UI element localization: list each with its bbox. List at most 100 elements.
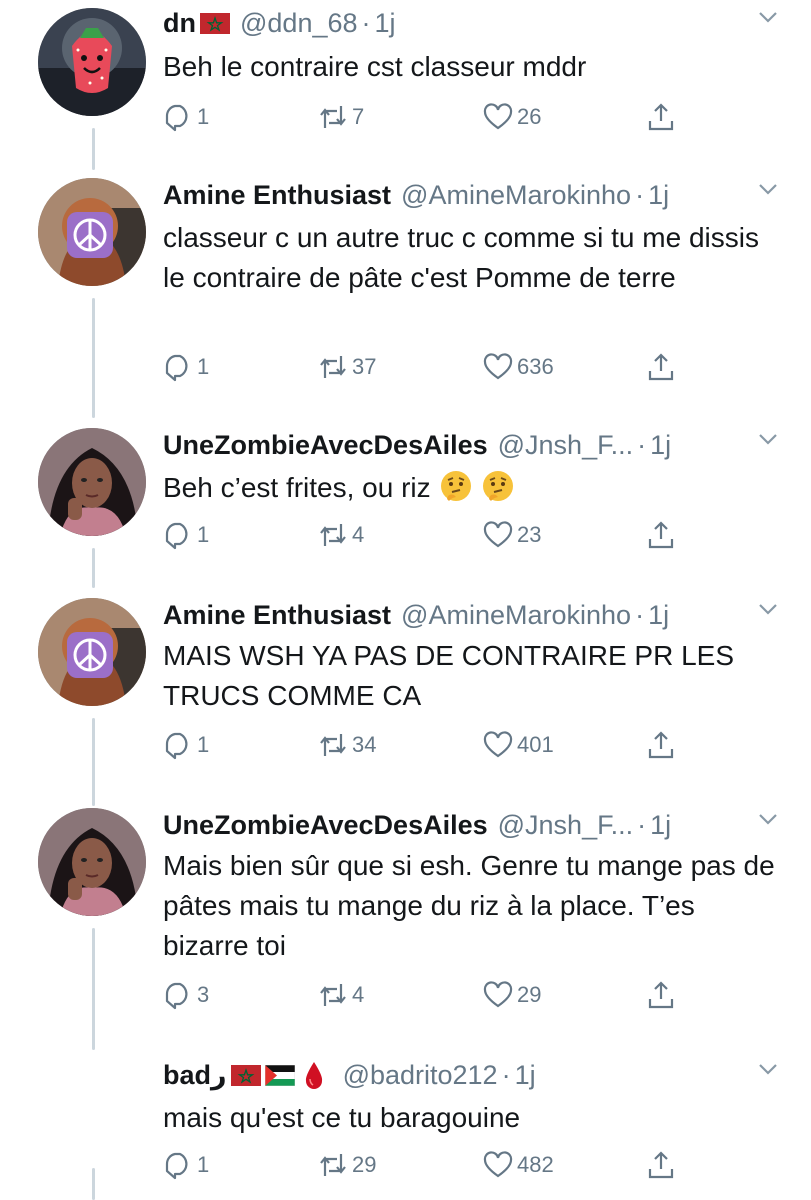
avatar[interactable]: [38, 808, 146, 916]
like-button[interactable]: 401: [483, 730, 554, 760]
like-count: 23: [517, 522, 542, 547]
chevron-down-icon[interactable]: [755, 596, 781, 622]
share-icon: [648, 521, 674, 549]
retweet-button[interactable]: 4: [318, 520, 364, 550]
user-handle[interactable]: @Jnsh_F...: [498, 810, 633, 841]
retweet-icon: [320, 734, 346, 756]
display-name[interactable]: dn: [163, 8, 196, 39]
reply-icon: [165, 522, 188, 550]
share-icon: [648, 731, 674, 759]
tweet-actions: 1 4 23: [163, 520, 693, 556]
user-handle[interactable]: @AmineMarokinho: [401, 600, 631, 631]
reply-count: 1: [197, 522, 210, 547]
tweet-text-content: Beh c’est frites, ou riz: [163, 472, 431, 503]
like-button[interactable]: 482: [483, 1150, 554, 1180]
reply-button[interactable]: 1: [163, 352, 209, 382]
thread-line: [92, 128, 95, 170]
avatar[interactable]: [38, 598, 146, 706]
share-button[interactable]: [646, 730, 680, 760]
avatar[interactable]: [38, 428, 146, 536]
like-button[interactable]: 29: [483, 980, 541, 1010]
user-handle[interactable]: @Jnsh_F...: [498, 430, 633, 461]
thread-line: [92, 718, 95, 806]
reply-count: 3: [197, 982, 210, 1007]
reply-button[interactable]: 1: [163, 102, 209, 132]
chevron-down-icon[interactable]: [755, 4, 781, 30]
timestamp[interactable]: 1j: [515, 1060, 536, 1091]
retweet-icon: [320, 524, 346, 546]
retweet-count: 7: [352, 104, 365, 129]
reply-count: 1: [197, 104, 210, 129]
chevron-down-icon[interactable]: [755, 426, 781, 452]
timestamp[interactable]: 1j: [650, 430, 671, 461]
thinking-face-icon: [482, 471, 513, 501]
tweet-text: Beh c’est frites, ou riz: [163, 468, 787, 508]
like-count: 636: [517, 354, 554, 379]
chevron-down-icon[interactable]: [755, 176, 781, 202]
chevron-down-icon[interactable]: [755, 806, 781, 832]
reply-button[interactable]: 3: [163, 980, 209, 1010]
display-name[interactable]: Amine Enthusiast: [163, 600, 391, 631]
tweet-text: classeur c un autre truc c comme si tu m…: [163, 222, 759, 293]
timestamp[interactable]: 1j: [650, 810, 671, 841]
morocco-flag-icon: [200, 12, 230, 34]
heart-icon: [483, 1151, 513, 1178]
like-button[interactable]: 26: [483, 102, 541, 132]
display-name[interactable]: Amine Enthusiast: [163, 180, 391, 211]
display-name[interactable]: badر: [163, 1060, 227, 1091]
chevron-down-icon[interactable]: [755, 1056, 781, 1082]
share-icon: [648, 1151, 674, 1179]
reply-icon: [165, 1152, 188, 1180]
retweet-button[interactable]: 37: [318, 352, 376, 382]
reply-button[interactable]: 1: [163, 520, 209, 550]
thread-line: [92, 298, 95, 418]
retweet-button[interactable]: 29: [318, 1150, 376, 1180]
thread-line: [92, 1168, 95, 1200]
timestamp[interactable]: 1j: [648, 180, 669, 211]
like-button[interactable]: 23: [483, 520, 541, 550]
retweet-icon: [320, 1154, 346, 1176]
reply-button[interactable]: 1: [163, 1150, 209, 1180]
share-button[interactable]: [646, 980, 680, 1010]
heart-icon: [483, 731, 513, 758]
retweet-button[interactable]: 7: [318, 102, 364, 132]
reply-icon: [165, 732, 188, 760]
timestamp[interactable]: 1j: [375, 8, 396, 39]
reply-button[interactable]: 1: [163, 730, 209, 760]
thread-line: [92, 928, 95, 1050]
retweet-count: 34: [352, 732, 377, 757]
reply-icon: [165, 354, 188, 382]
heart-icon: [483, 353, 513, 380]
reply-count: 1: [197, 354, 210, 379]
share-button[interactable]: [646, 102, 680, 132]
user-handle[interactable]: @AmineMarokinho: [401, 180, 631, 211]
display-name[interactable]: UneZombieAvecDesAiles: [163, 810, 488, 841]
display-name[interactable]: UneZombieAvecDesAiles: [163, 430, 488, 461]
retweet-button[interactable]: 4: [318, 980, 364, 1010]
like-count: 401: [517, 732, 554, 757]
user-handle[interactable]: @ddn_68: [240, 8, 358, 39]
share-button[interactable]: [646, 352, 680, 382]
share-icon: [648, 353, 674, 381]
like-count: 29: [517, 982, 542, 1007]
retweet-icon: [320, 106, 346, 128]
retweet-button[interactable]: 34: [318, 730, 376, 760]
user-handle[interactable]: @badrito212: [343, 1060, 498, 1091]
share-button[interactable]: [646, 1150, 680, 1180]
share-button[interactable]: [646, 520, 680, 550]
tweet-actions: 1 37 636: [163, 352, 693, 388]
like-count: 26: [517, 104, 542, 129]
avatar[interactable]: [38, 8, 146, 116]
timestamp[interactable]: 1j: [648, 600, 669, 631]
thread-line: [92, 548, 95, 588]
retweet-icon: [320, 984, 346, 1006]
reply-count: 1: [197, 1152, 210, 1177]
like-button[interactable]: 636: [483, 352, 554, 382]
morocco-flag-icon: [230, 1064, 261, 1086]
palestine-flag-icon: [264, 1064, 295, 1086]
separator-dot: ·: [361, 7, 371, 38]
retweet-icon: [320, 356, 346, 378]
tweet-text: MAIS WSH YA PAS DE CONTRAIRE PR LES TRUC…: [163, 640, 735, 711]
reply-count: 1: [197, 732, 210, 757]
avatar[interactable]: [38, 178, 146, 286]
